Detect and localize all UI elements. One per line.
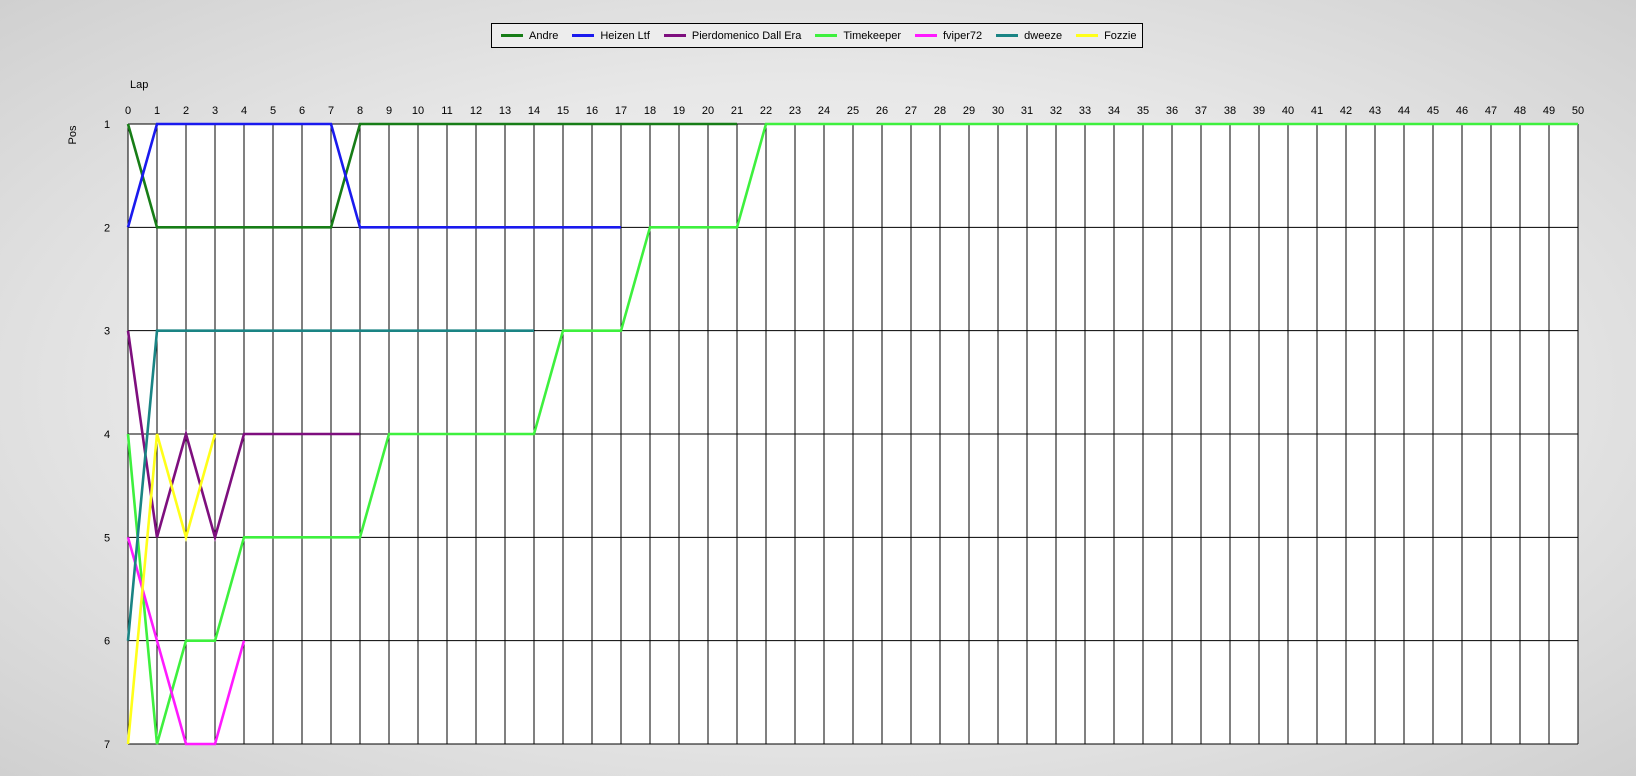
x-tick-label: 22 xyxy=(760,105,772,117)
x-tick-label: 26 xyxy=(876,105,888,117)
x-tick-label: 35 xyxy=(1137,105,1149,117)
x-tick-label: 14 xyxy=(528,105,540,117)
x-tick-label: 2 xyxy=(183,105,189,117)
x-tick-label: 18 xyxy=(644,105,656,117)
legend-label: Timekeeper xyxy=(843,29,901,42)
x-tick-label: 5 xyxy=(270,105,276,117)
legend-item: dweeze xyxy=(996,30,1062,42)
x-tick-label: 31 xyxy=(1021,105,1033,117)
y-tick-labels: 1 2 3 4 5 6 7 xyxy=(104,119,110,751)
legend-item: Timekeeper xyxy=(815,30,901,42)
x-tick-label: 10 xyxy=(412,105,424,117)
legend-swatch xyxy=(996,34,1019,37)
x-tick-label: 33 xyxy=(1079,105,1091,117)
legend-item: Pierdomenico Dall Era xyxy=(663,29,802,42)
x-tick-label: 50 xyxy=(1572,105,1584,117)
x-tick-label: 32 xyxy=(1050,105,1062,117)
x-tick-label: 16 xyxy=(586,105,598,117)
x-tick-label: 4 xyxy=(241,105,247,117)
y-tick-label: 5 xyxy=(104,532,110,544)
x-tick-label: 30 xyxy=(992,105,1004,117)
x-tick-label: 39 xyxy=(1253,105,1265,117)
legend-label: Fozzie xyxy=(1104,29,1137,42)
legend-label: dweeze xyxy=(1024,29,1063,42)
legend: Andre Heizen Ltf Pierdomenico Dall Era Time… xyxy=(491,23,1143,48)
x-tick-label: 42 xyxy=(1340,105,1352,117)
x-tick-label: 25 xyxy=(847,105,859,117)
x-tick-label: 24 xyxy=(818,105,830,117)
x-tick-label: 49 xyxy=(1543,105,1555,117)
x-tick-label: 15 xyxy=(557,105,569,117)
x-tick-label: 1 xyxy=(154,105,160,117)
x-tick-label: 0 xyxy=(125,105,131,117)
y-tick-label: 7 xyxy=(104,739,110,751)
x-tick-label: 13 xyxy=(499,105,511,117)
x-tick-label: 48 xyxy=(1514,105,1526,117)
legend-item: Fozzie xyxy=(1076,30,1136,42)
x-tick-label: 45 xyxy=(1427,105,1439,117)
x-tick-label: 27 xyxy=(905,105,917,117)
y-axis-title: Pos xyxy=(67,125,79,144)
x-tick-label: 21 xyxy=(731,105,743,117)
y-tick-label: 1 xyxy=(104,119,110,131)
x-tick-label: 7 xyxy=(328,105,334,117)
x-tick-label: 29 xyxy=(963,105,975,117)
x-tick-label: 46 xyxy=(1456,105,1468,117)
x-tick-label: 41 xyxy=(1311,105,1323,117)
x-tick-labels: 0 1 2 3 4 5 6 7 8 9 10 11 12 13 14 15 16 17 18 19 20 21 22 23 24… xyxy=(125,105,1584,117)
x-tick-label: 37 xyxy=(1195,105,1207,117)
y-tick-label: 3 xyxy=(104,326,110,338)
legend-label: Andre xyxy=(529,29,559,42)
x-tick-label: 11 xyxy=(441,105,452,117)
legend-swatch xyxy=(915,34,937,37)
x-tick-label: 28 xyxy=(934,105,946,117)
x-tick-label: 8 xyxy=(357,105,363,117)
x-tick-label: 23 xyxy=(789,105,801,117)
x-tick-label: 9 xyxy=(386,105,392,117)
x-tick-label: 43 xyxy=(1369,105,1381,117)
x-tick-label: 3 xyxy=(212,105,218,117)
x-tick-label: 6 xyxy=(299,105,305,117)
x-tick-label: 36 xyxy=(1166,105,1178,117)
legend-swatch xyxy=(663,34,686,37)
legend-label: Pierdomenico Dall Era xyxy=(691,29,802,42)
y-tick-label: 2 xyxy=(104,222,110,234)
x-tick-label: 34 xyxy=(1108,105,1120,117)
x-tick-label: 38 xyxy=(1224,105,1236,117)
x-tick-label: 44 xyxy=(1398,105,1410,117)
legend-label: fviper72 xyxy=(943,29,983,42)
legend-swatch xyxy=(501,34,523,37)
legend-swatch xyxy=(572,34,595,37)
y-tick-label: 6 xyxy=(104,636,110,648)
legend-item: fviper72 xyxy=(915,30,982,42)
x-tick-label: 19 xyxy=(673,105,685,117)
x-tick-label: 17 xyxy=(615,105,627,117)
x-tick-label: 47 xyxy=(1485,105,1497,117)
legend-item: Heizen Ltf xyxy=(572,30,650,42)
legend-swatch xyxy=(1076,34,1099,37)
legend-item: Andre xyxy=(501,30,558,42)
y-tick-label: 4 xyxy=(104,429,110,441)
x-axis-title: Lap xyxy=(130,79,148,91)
lap-position-chart: Lap Pos 0 1 2 3 4 5 6 7 8 9 10 11 12 13 14 15 16 17 18 19 20… xyxy=(67,79,1584,751)
legend-swatch xyxy=(815,34,838,37)
x-tick-label: 20 xyxy=(702,105,714,117)
legend-label: Heizen Ltf xyxy=(600,29,650,42)
x-tick-label: 12 xyxy=(470,105,482,117)
x-tick-label: 40 xyxy=(1282,105,1294,117)
